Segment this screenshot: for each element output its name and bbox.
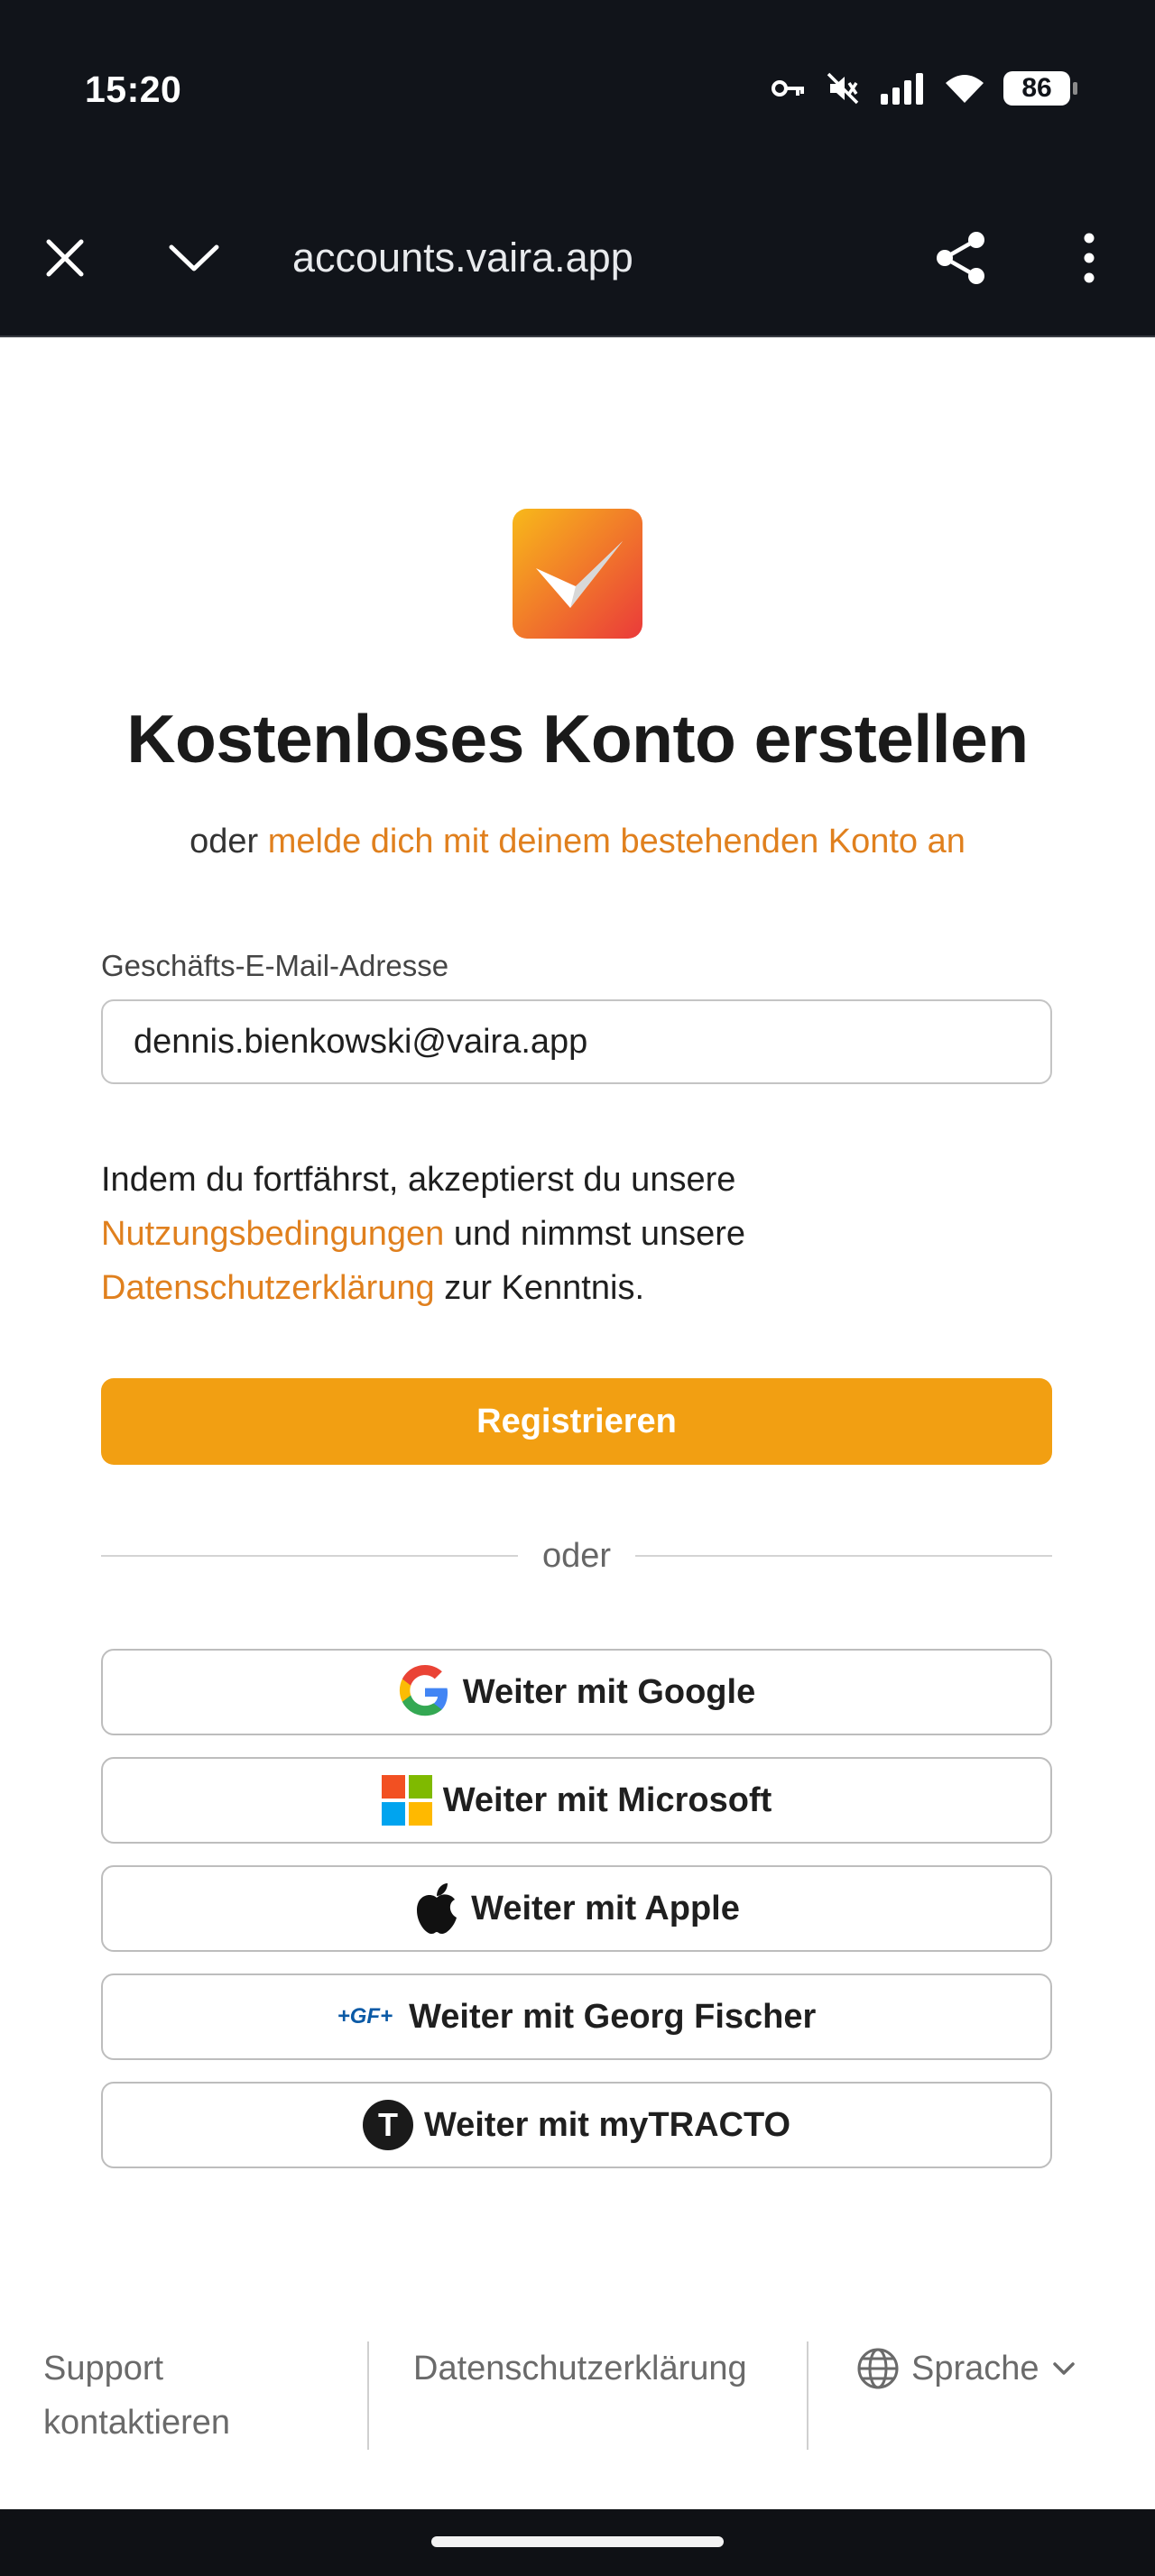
- mytracto-icon: T: [362, 2100, 413, 2150]
- vaira-logo: [513, 509, 642, 639]
- footer-divider: [807, 2341, 808, 2450]
- page-subtitle: oder melde dich mit deinem bestehenden K…: [0, 823, 1155, 861]
- terms-of-use-link[interactable]: Nutzungsbedingungen: [101, 1215, 444, 1253]
- close-icon[interactable]: [40, 233, 90, 283]
- georg-fischer-signin-button[interactable]: +GF+ Weiter mit Georg Fischer: [101, 1973, 1052, 2060]
- apple-icon: [413, 1881, 460, 1936]
- more-vert-icon[interactable]: [1074, 229, 1104, 287]
- apple-signin-button[interactable]: Weiter mit Apple: [101, 1865, 1052, 1952]
- mytracto-signin-label: Weiter mit myTRACTO: [423, 2105, 791, 2144]
- page-title: Kostenloses Konto erstellen: [126, 701, 1029, 777]
- status-icons: 86: [771, 70, 1077, 106]
- browser-toolbar: accounts.vaira.app: [0, 180, 1155, 337]
- battery-icon: 86: [1003, 71, 1077, 106]
- google-signin-label: Weiter mit Google: [462, 1672, 756, 1711]
- signin-link[interactable]: melde dich mit deinem bestehenden Konto …: [268, 823, 966, 860]
- footer-divider: [367, 2341, 369, 2450]
- privacy-policy-link[interactable]: Datenschutzerklärung: [101, 1269, 435, 1307]
- chevron-down-icon: [1052, 2362, 1075, 2375]
- georg-fischer-icon: +GF+: [337, 2004, 393, 2029]
- system-nav-bar: [0, 2509, 1155, 2576]
- email-field[interactable]: [101, 999, 1052, 1084]
- wifi-icon: [946, 75, 984, 103]
- chevron-down-icon[interactable]: [166, 233, 222, 283]
- url-bar[interactable]: accounts.vaira.app: [292, 233, 633, 283]
- language-select[interactable]: Sprache: [855, 2341, 1077, 2396]
- support-contact-link[interactable]: Support kontaktieren: [43, 2341, 230, 2450]
- footer-privacy-link[interactable]: Datenschutzerklärung: [413, 2341, 747, 2396]
- microsoft-signin-label: Weiter mit Microsoft: [442, 1780, 772, 1819]
- google-signin-button[interactable]: Weiter mit Google: [101, 1649, 1052, 1735]
- georg-fischer-signin-label: Weiter mit Georg Fischer: [409, 1997, 817, 2036]
- share-icon[interactable]: [933, 229, 989, 287]
- support-line1: Support: [43, 2350, 164, 2387]
- georg-fischer-icon-text: +GF+: [337, 2004, 393, 2029]
- divider-line-right: [635, 1555, 1052, 1557]
- apple-signin-label: Weiter mit Apple: [471, 1889, 740, 1927]
- terms-part3: zur Kenntnis.: [434, 1269, 644, 1307]
- language-label: Sprache: [911, 2350, 1040, 2387]
- mute-icon: [827, 72, 859, 105]
- support-line2: kontaktieren: [43, 2404, 231, 2442]
- home-gesture-handle[interactable]: [431, 2536, 724, 2547]
- key-icon: [772, 80, 804, 97]
- status-bar: 15:20 86: [0, 0, 1155, 180]
- email-label: Geschäfts-E-Mail-Adresse: [101, 949, 449, 982]
- register-button[interactable]: Registrieren: [101, 1378, 1052, 1465]
- globe-icon: [857, 2348, 899, 2389]
- terms-part2: und nimmst unsere: [444, 1215, 746, 1253]
- google-icon: [398, 1665, 452, 1719]
- mytracto-icon-text: T: [377, 2106, 398, 2143]
- signal-icon: [881, 73, 923, 105]
- mytracto-signin-button[interactable]: T Weiter mit myTRACTO: [101, 2082, 1052, 2168]
- terms-text: Indem du fortfährst, akzeptierst du unse…: [101, 1153, 1058, 1315]
- status-time: 15:20: [85, 69, 182, 110]
- terms-part1: Indem du fortfährst, akzeptierst du unse…: [101, 1161, 736, 1199]
- footer: Support kontaktieren Datenschutzerklärun…: [0, 2341, 1155, 2450]
- microsoft-signin-button[interactable]: Weiter mit Microsoft: [101, 1757, 1052, 1844]
- subtitle-prefix: oder: [189, 823, 268, 860]
- battery-level: 86: [1021, 73, 1052, 103]
- or-divider: oder: [101, 1533, 1052, 1578]
- microsoft-icon: [381, 1775, 432, 1826]
